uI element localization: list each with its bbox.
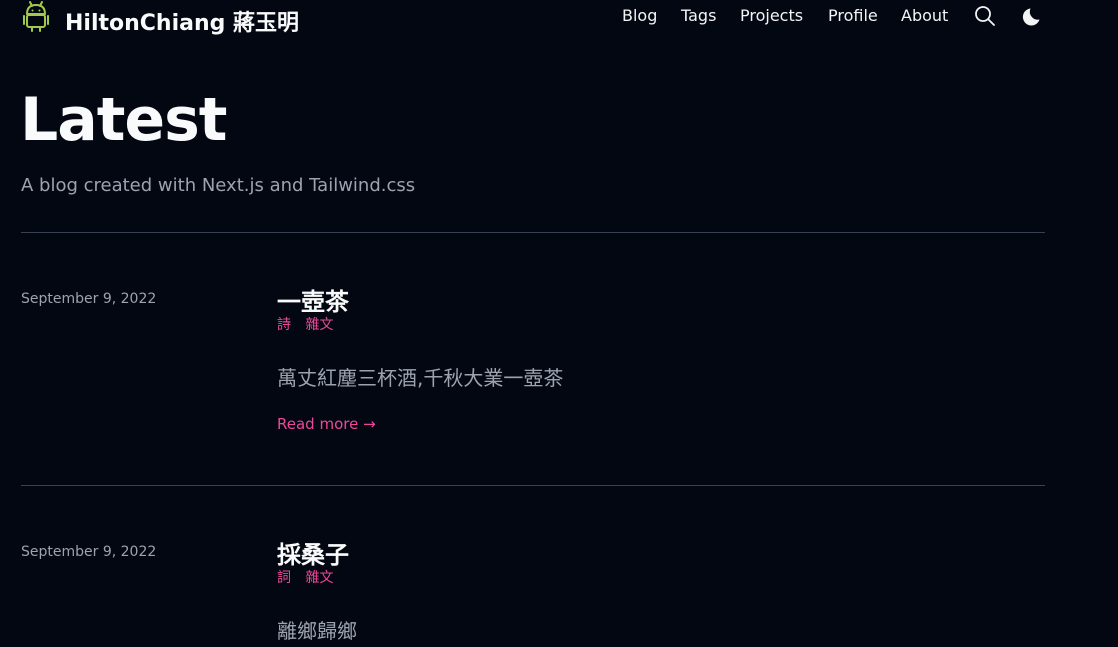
post-summary: 離鄉歸鄉 (277, 619, 357, 643)
post-title[interactable]: 採桑子 (277, 535, 349, 570)
nav-about[interactable]: About (901, 6, 948, 25)
page-title: Latest (20, 85, 227, 155)
nav-tags[interactable]: Tags (681, 6, 716, 25)
post-tags: 詩 雜文 (277, 314, 343, 334)
post-date: September 9, 2022 (21, 544, 157, 560)
read-more-link[interactable]: Read more → (277, 415, 376, 433)
page: HiltonChiang 蔣玉明 Blog Tags Projects Prof… (0, 0, 1118, 647)
post-tags: 詞 雜文 (277, 567, 343, 587)
nav-profile[interactable]: Profile (828, 6, 878, 25)
post-summary: 萬丈紅塵三杯酒,千秋大業一壺茶 (277, 366, 564, 390)
divider (21, 485, 1045, 486)
divider (21, 232, 1045, 233)
tag-link[interactable]: 雜文 (305, 570, 333, 586)
nav-blog[interactable]: Blog (622, 6, 657, 25)
tag-link[interactable]: 詩 (277, 317, 291, 333)
search-icon[interactable] (973, 4, 997, 28)
post-date: September 9, 2022 (21, 291, 157, 307)
page-subtitle: A blog created with Next.js and Tailwind… (21, 175, 416, 196)
android-icon[interactable] (21, 0, 51, 34)
tag-link[interactable]: 雜文 (305, 317, 333, 333)
tag-link[interactable]: 詞 (277, 570, 291, 586)
moon-icon[interactable] (1022, 4, 1046, 28)
post-title[interactable]: 一壺茶 (277, 282, 349, 317)
site-header: HiltonChiang 蔣玉明 Blog Tags Projects Prof… (0, 0, 1118, 36)
site-title[interactable]: HiltonChiang 蔣玉明 (65, 5, 299, 37)
nav-projects[interactable]: Projects (740, 6, 803, 25)
